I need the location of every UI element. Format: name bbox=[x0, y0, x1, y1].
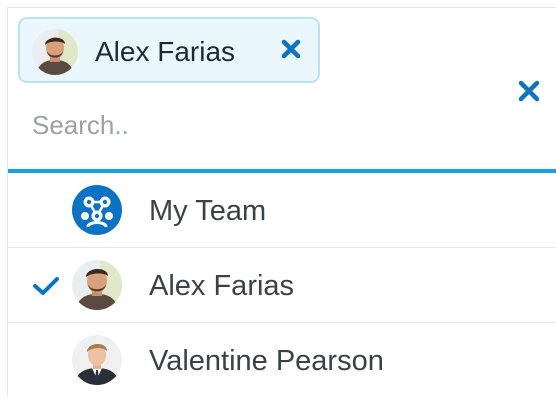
option-my-team[interactable]: My Team bbox=[8, 173, 556, 248]
team-icon bbox=[72, 185, 122, 235]
option-label: Alex Farias bbox=[149, 270, 295, 302]
option-valentine-pearson[interactable]: Valentine Pearson bbox=[8, 323, 556, 398]
option-label: My Team bbox=[149, 195, 267, 227]
checkmark-icon bbox=[32, 275, 60, 297]
avatar bbox=[72, 260, 122, 310]
chip-remove-icon[interactable] bbox=[276, 34, 306, 64]
option-alex-farias[interactable]: Alex Farias bbox=[8, 248, 556, 323]
avatar bbox=[32, 29, 78, 75]
avatar bbox=[72, 335, 122, 385]
member-picker: Alex Farias Search.. My Team Alex Farias… bbox=[7, 7, 556, 396]
clear-all-icon[interactable] bbox=[514, 76, 544, 106]
search-input[interactable] bbox=[32, 105, 492, 145]
option-label: Valentine Pearson bbox=[149, 345, 384, 377]
selected-chip: Alex Farias bbox=[18, 17, 320, 83]
chip-label: Alex Farias bbox=[95, 36, 236, 67]
